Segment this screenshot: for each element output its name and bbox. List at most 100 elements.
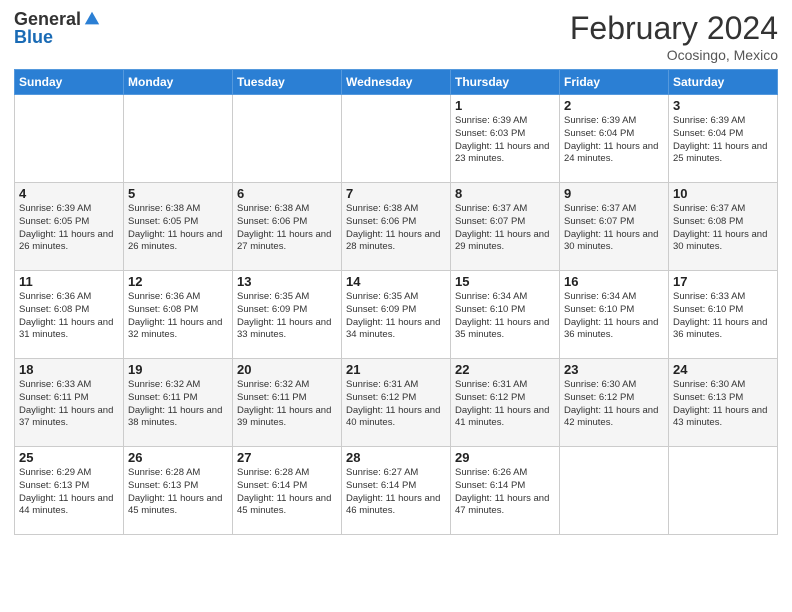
calendar-cell-0-6: 3 Sunrise: 6:39 AM Sunset: 6:04 PM Daylig… <box>669 95 778 183</box>
calendar-cell-4-4: 29 Sunrise: 6:26 AM Sunset: 6:14 PM Dayli… <box>451 447 560 535</box>
calendar-cell-4-5 <box>560 447 669 535</box>
day-info: Sunrise: 6:29 AM Sunset: 6:13 PM Dayligh… <box>19 467 119 518</box>
day-number: 20 <box>237 362 337 377</box>
calendar-week-3: 18Sunrise: 6:33 AM Sunset: 6:11 PM Dayli… <box>15 359 778 447</box>
calendar-header-wednesday: Wednesday <box>342 70 451 95</box>
day-info: Sunrise: 6:36 AM Sunset: 6:08 PM Dayligh… <box>128 291 228 342</box>
calendar: SundayMondayTuesdayWednesdayThursdayFrid… <box>14 69 778 535</box>
calendar-cell-3-3: 21 Sunrise: 6:31 AM Sunset: 6:12 PM Dayli… <box>342 359 451 447</box>
calendar-cell-4-0: 25Sunrise: 6:29 AM Sunset: 6:13 PM Dayli… <box>15 447 124 535</box>
day-info: Sunrise: 6:28 AM Sunset: 6:13 PM Dayligh… <box>128 467 228 518</box>
calendar-cell-0-1 <box>124 95 233 183</box>
day-number: 6 <box>237 186 337 201</box>
calendar-cell-2-3: 14Sunrise: 6:35 AM Sunset: 6:09 PM Dayli… <box>342 271 451 359</box>
logo-general: General <box>14 10 81 28</box>
day-number: 13 <box>237 274 337 289</box>
calendar-cell-0-3 <box>342 95 451 183</box>
day-info: Sunrise: 6:39 AM Sunset: 6:04 PM Dayligh… <box>564 115 664 166</box>
day-number: 23 <box>564 362 664 377</box>
day-number: 27 <box>237 450 337 465</box>
calendar-cell-3-1: 19 Sunrise: 6:32 AM Sunset: 6:11 PM Dayli… <box>124 359 233 447</box>
calendar-cell-4-2: 27 Sunrise: 6:28 AM Sunset: 6:14 PM Dayli… <box>233 447 342 535</box>
calendar-cell-0-0 <box>15 95 124 183</box>
page: General Blue February 2024 Ocosingo, Mex… <box>0 0 792 612</box>
day-info: Sunrise: 6:38 AM Sunset: 6:06 PM Dayligh… <box>346 203 446 254</box>
calendar-cell-0-2 <box>233 95 342 183</box>
logo-blue: Blue <box>14 27 53 47</box>
calendar-cell-2-0: 11Sunrise: 6:36 AM Sunset: 6:08 PM Dayli… <box>15 271 124 359</box>
day-number: 28 <box>346 450 446 465</box>
day-info: Sunrise: 6:33 AM Sunset: 6:10 PM Dayligh… <box>673 291 773 342</box>
day-info: Sunrise: 6:39 AM Sunset: 6:04 PM Dayligh… <box>673 115 773 166</box>
day-number: 18 <box>19 362 119 377</box>
day-info: Sunrise: 6:26 AM Sunset: 6:14 PM Dayligh… <box>455 467 555 518</box>
day-number: 21 <box>346 362 446 377</box>
calendar-cell-2-4: 15 Sunrise: 6:34 AM Sunset: 6:10 PM Dayli… <box>451 271 560 359</box>
day-number: 3 <box>673 98 773 113</box>
day-info: Sunrise: 6:34 AM Sunset: 6:10 PM Dayligh… <box>455 291 555 342</box>
day-number: 7 <box>346 186 446 201</box>
calendar-cell-4-6 <box>669 447 778 535</box>
calendar-cell-2-1: 12 Sunrise: 6:36 AM Sunset: 6:08 PM Dayli… <box>124 271 233 359</box>
location: Ocosingo, Mexico <box>570 47 778 63</box>
calendar-week-0: 1Sunrise: 6:39 AM Sunset: 6:03 PM Daylig… <box>15 95 778 183</box>
calendar-cell-0-5: 2 Sunrise: 6:39 AM Sunset: 6:04 PM Daylig… <box>560 95 669 183</box>
calendar-header-thursday: Thursday <box>451 70 560 95</box>
month-year: February 2024 <box>570 10 778 47</box>
day-number: 14 <box>346 274 446 289</box>
calendar-cell-2-2: 13 Sunrise: 6:35 AM Sunset: 6:09 PM Dayli… <box>233 271 342 359</box>
calendar-cell-3-0: 18Sunrise: 6:33 AM Sunset: 6:11 PM Dayli… <box>15 359 124 447</box>
day-number: 15 <box>455 274 555 289</box>
day-info: Sunrise: 6:37 AM Sunset: 6:07 PM Dayligh… <box>455 203 555 254</box>
day-number: 8 <box>455 186 555 201</box>
day-number: 1 <box>455 98 555 113</box>
calendar-cell-3-2: 20 Sunrise: 6:32 AM Sunset: 6:11 PM Dayli… <box>233 359 342 447</box>
calendar-header-friday: Friday <box>560 70 669 95</box>
day-number: 24 <box>673 362 773 377</box>
day-number: 5 <box>128 186 228 201</box>
calendar-cell-1-0: 4Sunrise: 6:39 AM Sunset: 6:05 PM Daylig… <box>15 183 124 271</box>
day-info: Sunrise: 6:39 AM Sunset: 6:05 PM Dayligh… <box>19 203 119 254</box>
calendar-cell-4-1: 26 Sunrise: 6:28 AM Sunset: 6:13 PM Dayli… <box>124 447 233 535</box>
day-number: 19 <box>128 362 228 377</box>
day-number: 26 <box>128 450 228 465</box>
day-info: Sunrise: 6:32 AM Sunset: 6:11 PM Dayligh… <box>237 379 337 430</box>
day-number: 29 <box>455 450 555 465</box>
calendar-cell-4-3: 28 Sunrise: 6:27 AM Sunset: 6:14 PM Dayli… <box>342 447 451 535</box>
logo-icon <box>83 10 101 28</box>
header: General Blue February 2024 Ocosingo, Mex… <box>14 10 778 63</box>
day-number: 9 <box>564 186 664 201</box>
day-info: Sunrise: 6:34 AM Sunset: 6:10 PM Dayligh… <box>564 291 664 342</box>
day-info: Sunrise: 6:38 AM Sunset: 6:06 PM Dayligh… <box>237 203 337 254</box>
day-number: 22 <box>455 362 555 377</box>
calendar-cell-2-6: 17 Sunrise: 6:33 AM Sunset: 6:10 PM Dayli… <box>669 271 778 359</box>
day-info: Sunrise: 6:32 AM Sunset: 6:11 PM Dayligh… <box>128 379 228 430</box>
day-number: 11 <box>19 274 119 289</box>
logo: General Blue <box>14 10 101 48</box>
calendar-cell-1-3: 7 Sunrise: 6:38 AM Sunset: 6:06 PM Daylig… <box>342 183 451 271</box>
day-info: Sunrise: 6:30 AM Sunset: 6:12 PM Dayligh… <box>564 379 664 430</box>
day-info: Sunrise: 6:31 AM Sunset: 6:12 PM Dayligh… <box>346 379 446 430</box>
calendar-header-row: SundayMondayTuesdayWednesdayThursdayFrid… <box>15 70 778 95</box>
day-info: Sunrise: 6:38 AM Sunset: 6:05 PM Dayligh… <box>128 203 228 254</box>
day-info: Sunrise: 6:27 AM Sunset: 6:14 PM Dayligh… <box>346 467 446 518</box>
calendar-cell-3-4: 22 Sunrise: 6:31 AM Sunset: 6:12 PM Dayli… <box>451 359 560 447</box>
calendar-cell-0-4: 1Sunrise: 6:39 AM Sunset: 6:03 PM Daylig… <box>451 95 560 183</box>
calendar-cell-1-1: 5 Sunrise: 6:38 AM Sunset: 6:05 PM Daylig… <box>124 183 233 271</box>
calendar-cell-1-6: 10Sunrise: 6:37 AM Sunset: 6:08 PM Dayli… <box>669 183 778 271</box>
day-number: 10 <box>673 186 773 201</box>
calendar-cell-2-5: 16 Sunrise: 6:34 AM Sunset: 6:10 PM Dayli… <box>560 271 669 359</box>
day-number: 12 <box>128 274 228 289</box>
day-number: 16 <box>564 274 664 289</box>
day-info: Sunrise: 6:31 AM Sunset: 6:12 PM Dayligh… <box>455 379 555 430</box>
day-info: Sunrise: 6:35 AM Sunset: 6:09 PM Dayligh… <box>237 291 337 342</box>
calendar-cell-3-5: 23 Sunrise: 6:30 AM Sunset: 6:12 PM Dayli… <box>560 359 669 447</box>
calendar-header-monday: Monday <box>124 70 233 95</box>
calendar-week-1: 4Sunrise: 6:39 AM Sunset: 6:05 PM Daylig… <box>15 183 778 271</box>
calendar-header-tuesday: Tuesday <box>233 70 342 95</box>
day-number: 2 <box>564 98 664 113</box>
day-info: Sunrise: 6:28 AM Sunset: 6:14 PM Dayligh… <box>237 467 337 518</box>
day-number: 17 <box>673 274 773 289</box>
calendar-week-4: 25Sunrise: 6:29 AM Sunset: 6:13 PM Dayli… <box>15 447 778 535</box>
day-info: Sunrise: 6:37 AM Sunset: 6:07 PM Dayligh… <box>564 203 664 254</box>
